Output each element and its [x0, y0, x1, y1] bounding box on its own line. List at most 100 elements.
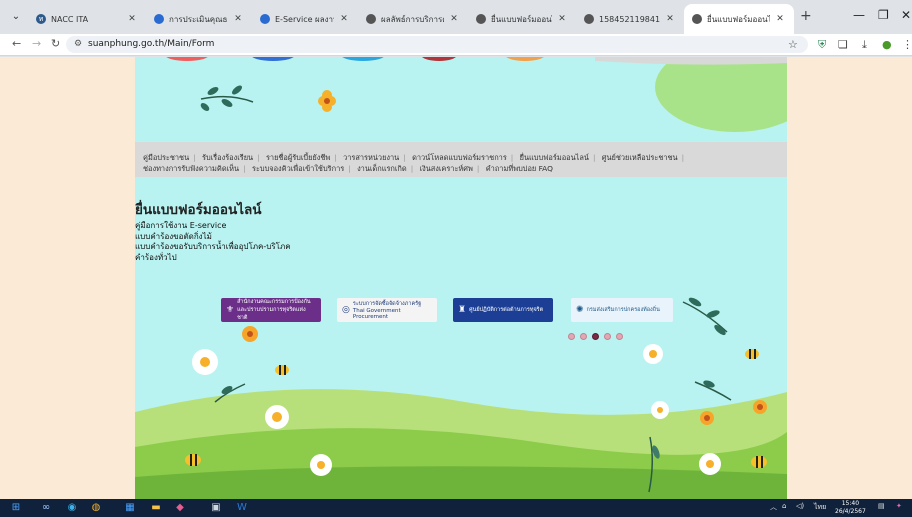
close-window-icon[interactable]: ✕ — [901, 8, 911, 22]
page-content: คู่มือประชาชน | รับเรื่องร้องเรียน | รายชื… — [135, 57, 787, 499]
extensions-icon[interactable]: ❏ — [838, 38, 848, 51]
globe-icon — [692, 14, 702, 24]
calculator-icon[interactable]: ▦ — [124, 502, 136, 514]
page-viewport: คู่มือประชาชน | รับเรื่องร้องเรียน | รายชื… — [0, 57, 912, 499]
tab-title: ยื่นแบบฟอร์มออนไลน์ — [491, 14, 552, 24]
globe-icon — [366, 14, 376, 24]
url-text: suanphung.go.th/Main/Form — [88, 39, 215, 49]
minimize-icon[interactable]: — — [853, 8, 865, 22]
tab-title: การประเมินคุณธรรมและความ — [169, 14, 228, 24]
banner-text: ระบบการจัดซื้อจัดจ้างภาครัฐ Thai Governm… — [352, 301, 422, 320]
browser-toolbar: ← → ↻ ⚙ suanphung.go.th/Main/Form ☆ ⛨ ❏ … — [0, 34, 912, 56]
word-icon[interactable]: W — [236, 502, 248, 514]
address-bar[interactable]: ⚙ suanphung.go.th/Main/Form — [66, 36, 808, 53]
nav-item[interactable]: คำถามที่พบบ่อย FAQ — [486, 164, 553, 173]
form-link-list: คู่มือการใช้งาน E-service แบบคำร้องขอตัด… — [135, 221, 291, 263]
reload-icon[interactable]: ↻ — [51, 37, 60, 50]
nav-item[interactable]: รับเรื่องร้องเรียน — [202, 153, 253, 162]
input-language[interactable]: ไทย — [814, 502, 826, 513]
volume-icon[interactable]: ◁) — [796, 502, 804, 510]
nav-item[interactable]: งานเด็กแรกเกิด — [357, 164, 407, 173]
main-nav: คู่มือประชาชน | รับเรื่องร้องเรียน | รายชื… — [135, 142, 787, 177]
procurement-logo-icon: ◎ — [342, 305, 350, 315]
carousel-dot[interactable] — [604, 333, 611, 340]
browser-tab[interactable]: ยื่นแบบฟอร์มออนไลน์ ✕ — [468, 6, 576, 32]
nav-item[interactable]: คู่มือประชาชน — [143, 153, 189, 162]
tray-overflow-icon[interactable]: ︿ — [770, 502, 777, 512]
windows-taskbar: ⊞ ∞ ◉ ◍ ▦ ▬ ◆ ▣ W ︿ ⌂ ◁) ไทย 15:40 26/4/… — [0, 499, 912, 517]
banner-text: สำนักงานคณะกรรมการป้องกันและปราบปรามการท… — [237, 299, 311, 321]
carousel-dot[interactable] — [580, 333, 587, 340]
carousel-banner-nacc[interactable]: ⚜ สำนักงานคณะกรรมการป้องกันและปราบปรามกา… — [221, 298, 321, 322]
header-illustration — [135, 57, 787, 142]
menu-dots-icon[interactable]: ⋮ — [902, 38, 912, 51]
tab-close-icon[interactable]: ✕ — [232, 14, 244, 24]
tab-close-icon[interactable]: ✕ — [664, 14, 676, 24]
clock-time: 15:40 — [841, 500, 860, 507]
edge-browser-icon[interactable]: ◉ — [66, 502, 78, 514]
system-clock[interactable]: 15:40 26/4/2567 — [835, 500, 866, 516]
banner-text: กรมส่งเสริมการปกครองท้องถิ่น — [586, 307, 660, 313]
carousel-dot[interactable] — [568, 333, 575, 340]
nav-item[interactable]: ยื่นแบบฟอร์มออนไลน์ — [520, 153, 589, 162]
file-explorer-icon[interactable]: ▬ — [150, 502, 162, 514]
browser-tab-active[interactable]: ยื่นแบบฟอร์มออนไลน์ ✕ — [684, 4, 794, 34]
nav-item[interactable]: ศูนย์ช่วยเหลือประชาชน — [602, 153, 678, 162]
browser-tab[interactable]: 15845211984183.pdf ✕ — [576, 6, 684, 32]
carousel-banner-procurement[interactable]: ◎ ระบบการจัดซื้อจัดจ้างภาครัฐ Thai Gover… — [337, 298, 437, 322]
browser-tab[interactable]: E-Service ผลงานด้านบ ✕ — [252, 6, 358, 32]
browser-tab[interactable]: การประเมินคุณธรรมและความ ✕ — [146, 6, 252, 32]
back-icon[interactable]: ← — [12, 37, 21, 50]
carousel-dot-active[interactable] — [592, 333, 599, 340]
dla-logo-icon: ✺ — [576, 305, 584, 315]
network-icon[interactable]: ⌂ — [782, 502, 786, 510]
task-view-icon[interactable]: ∞ — [40, 502, 52, 514]
tab-close-icon[interactable]: ✕ — [126, 14, 138, 24]
windows-start-icon[interactable]: ⊞ — [10, 502, 22, 514]
maximize-icon[interactable]: ❐ — [878, 8, 889, 22]
globe-icon — [260, 14, 270, 24]
bookmark-star-icon[interactable]: ☆ — [788, 38, 798, 51]
tab-close-icon[interactable]: ✕ — [774, 14, 786, 24]
form-link[interactable]: แบบคำร้องขอตัดกิ่งไม้ — [135, 232, 291, 243]
nav-item[interactable]: ดาวน์โหลดแบบฟอร์มราชการ — [412, 153, 507, 162]
tab-title: ผลลัพธ์การบริการด้านบ — [381, 14, 444, 24]
browser-tab-strip: ⌄ ท NACC ITA ✕ การประเมินคุณธรรมและความ … — [0, 0, 912, 34]
form-link[interactable]: แบบคำร้องขอรับบริการน้ำเพื่ออุปโภค-บริโภ… — [135, 242, 291, 253]
new-tab-button[interactable]: + — [800, 8, 812, 24]
nav-item[interactable]: เงินสงเคราะห์ศพ — [420, 164, 473, 173]
photos-icon[interactable]: ◆ — [174, 502, 186, 514]
anticorruption-logo-icon: ♜ — [458, 305, 467, 315]
browser-tab[interactable]: ผลลัพธ์การบริการด้านบ ✕ — [358, 6, 468, 32]
tab-search-icon[interactable]: ⌄ — [8, 9, 24, 25]
nav-item[interactable]: วารสารหน่วยงาน — [343, 153, 399, 162]
carousel-banner-dla[interactable]: ✺ กรมส่งเสริมการปกครองท้องถิ่น — [571, 298, 673, 322]
tab-close-icon[interactable]: ✕ — [338, 14, 350, 24]
shield-extension-icon[interactable]: ⛨ — [818, 38, 826, 52]
notification-icon[interactable]: ▤ — [878, 502, 885, 510]
profile-avatar-icon[interactable]: ● — [882, 38, 892, 51]
carousel-pagination — [568, 333, 623, 340]
pdf-reader-icon[interactable]: ▣ — [210, 502, 222, 514]
forward-icon[interactable]: → — [32, 37, 41, 50]
tab-title: 15845211984183.pdf — [599, 14, 660, 24]
form-link[interactable]: คู่มือการใช้งาน E-service — [135, 221, 291, 232]
nav-item[interactable]: รายชื่อผู้รับเบี้ยยังชีพ — [266, 153, 330, 162]
browser-tab[interactable]: ท NACC ITA ✕ — [28, 6, 146, 32]
carousel-dot[interactable] — [616, 333, 623, 340]
chrome-browser-icon[interactable]: ◍ — [90, 502, 102, 514]
globe-icon — [476, 14, 486, 24]
tab-title: NACC ITA — [51, 14, 89, 24]
globe-icon — [584, 14, 594, 24]
site-info-icon[interactable]: ⚙ — [74, 36, 82, 53]
nav-item[interactable]: ระบบจองคิวเพื่อเข้าใช้บริการ — [252, 164, 344, 173]
tab-close-icon[interactable]: ✕ — [448, 14, 460, 24]
tab-close-icon[interactable]: ✕ — [556, 14, 568, 24]
form-link[interactable]: คำร้องทั่วไป — [135, 253, 291, 264]
copilot-icon[interactable]: ✦ — [896, 502, 902, 510]
carousel-banner-anticorruption[interactable]: ♜ ศูนย์ปฏิบัติการต่อต้านการทุจริต — [453, 298, 553, 322]
download-icon[interactable]: ⤓ — [862, 38, 867, 52]
nav-item[interactable]: ช่องทางการรับฟังความคิดเห็น — [143, 164, 239, 173]
globe-icon — [154, 14, 164, 24]
tab-title: ยื่นแบบฟอร์มออนไลน์ — [707, 14, 770, 24]
